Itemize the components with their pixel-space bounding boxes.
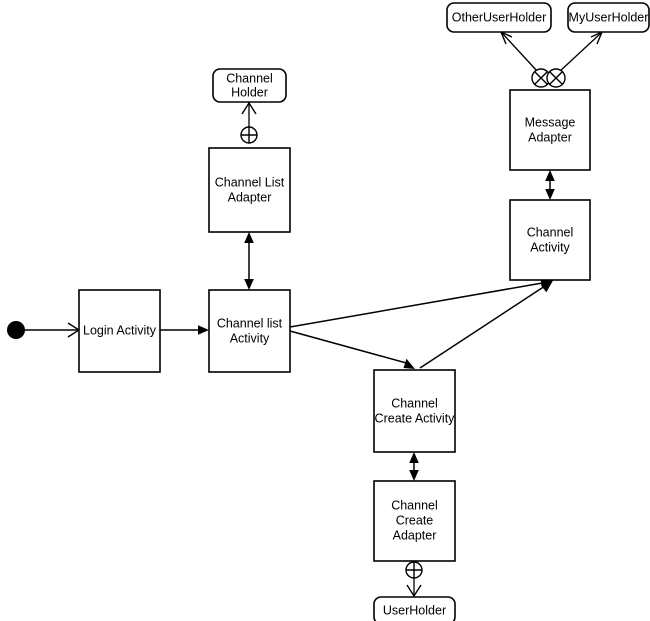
edge-line — [501, 32, 539, 73]
edge-line — [289, 281, 549, 328]
edge-channel-list-activity-to-adapter — [244, 232, 254, 290]
node-channel-list-adapter[interactable]: Channel List Adapter — [208, 147, 291, 233]
node-channel-create-adapter[interactable]: Channel Create Adapter — [373, 480, 456, 562]
arrowhead-filled-icon — [244, 232, 254, 243]
node-label-line: Activity — [530, 240, 570, 254]
node-label-line: Channel — [226, 71, 273, 85]
start-node-circle — [7, 321, 25, 339]
composition-connectors — [531, 68, 566, 88]
arrowhead-filled-icon — [545, 189, 555, 200]
node-label-line: Message — [525, 115, 576, 129]
node-channel-activity[interactable]: Channel Activity — [509, 199, 591, 281]
start-node — [7, 321, 25, 339]
architecture-diagram: Login Activity Channel list Activity Cha… — [0, 0, 650, 621]
edge-channel-list-adapter-to-holder — [240, 101, 258, 144]
edge-create-adapter-to-user-holder — [405, 561, 423, 598]
node-message-adapter[interactable]: Message Adapter — [509, 89, 591, 171]
node-label-line: Channel list — [217, 316, 283, 330]
node-login-activity[interactable]: Login Activity — [78, 289, 161, 373]
node-label-line: Adapter — [228, 190, 272, 204]
node-label-line: Create — [396, 513, 434, 527]
node-label-line: Create Activity — [375, 411, 456, 425]
edge-message-adapter-to-my-user-holder — [558, 30, 604, 73]
node-label-line: UserHolder — [383, 603, 446, 617]
node-label-line: Login Activity — [83, 323, 157, 337]
edge-message-adapter-to-other-user-holder — [499, 30, 539, 73]
node-other-user-holder[interactable]: OtherUserHolder — [446, 2, 552, 33]
node-channel-create-activity[interactable]: Channel Create Activity — [373, 369, 456, 453]
edge-line — [419, 283, 549, 369]
node-label-line: Channel List — [215, 175, 285, 189]
node-label-line: Channel — [391, 498, 438, 512]
arrowhead-filled-icon — [409, 470, 419, 481]
edge-channel-list-to-create-activity — [289, 330, 415, 369]
node-label-line: Activity — [230, 331, 270, 345]
arrowhead-filled-icon — [244, 279, 254, 290]
arrowhead-filled-icon — [545, 170, 555, 181]
arrowhead-filled-icon — [198, 325, 209, 335]
node-label-line: Channel — [527, 225, 574, 239]
arrowhead-filled-icon — [403, 358, 415, 369]
node-my-user-holder[interactable]: MyUserHolder — [567, 2, 650, 33]
edge-channel-list-to-channel-activity — [289, 278, 553, 328]
node-label-line: MyUserHolder — [569, 10, 649, 24]
node-label-line: Adapter — [528, 130, 572, 144]
node-user-holder[interactable]: UserHolder — [373, 596, 456, 621]
edge-start-to-login — [25, 322, 81, 338]
edge-create-activity-to-channel-activity — [419, 280, 553, 369]
node-label-line: OtherUserHolder — [452, 10, 546, 24]
arrowhead-filled-icon — [409, 452, 419, 463]
node-label-line: Channel — [391, 396, 438, 410]
edge-line — [289, 330, 411, 365]
edge-login-to-channel-list — [160, 325, 209, 335]
node-label-line: Adapter — [393, 528, 437, 542]
node-label-line: Holder — [231, 85, 268, 99]
edge-line — [558, 32, 602, 73]
edge-create-activity-to-create-adapter — [409, 452, 419, 481]
edge-channel-activity-to-message-adapter — [545, 170, 555, 200]
node-channel-list-activity[interactable]: Channel list Activity — [208, 289, 291, 373]
node-channel-holder[interactable]: Channel Holder — [212, 68, 287, 103]
